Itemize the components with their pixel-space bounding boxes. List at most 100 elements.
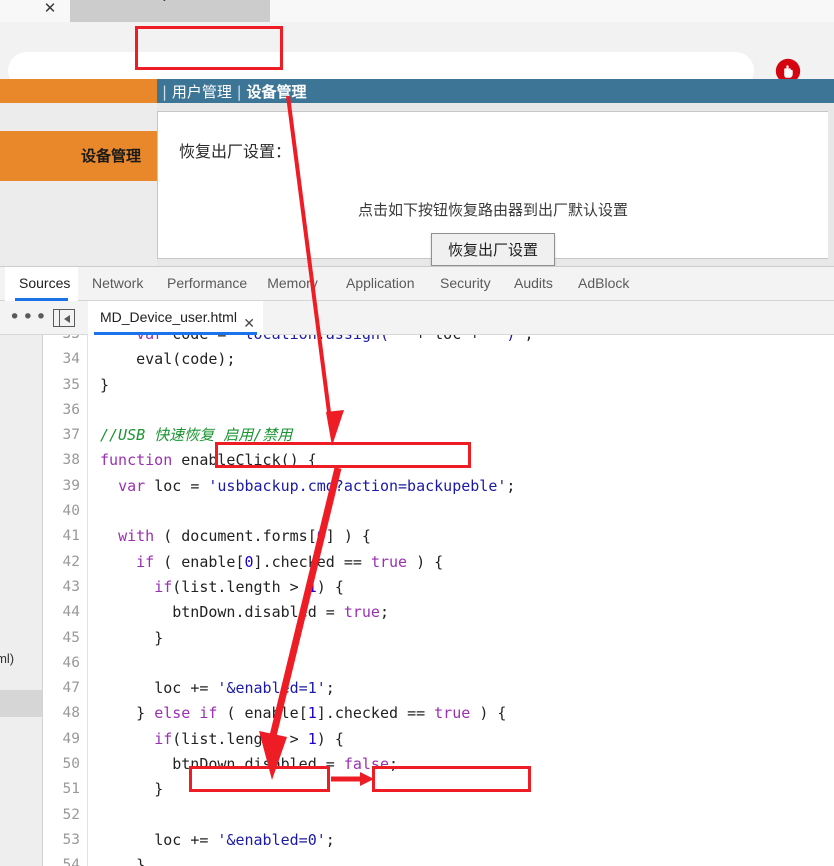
tab-label: AdBlock <box>578 275 630 291</box>
router-sidebar: 设备管理 <box>0 103 157 266</box>
code-line[interactable]: 33 var code = 'location.assign("' + loc … <box>43 335 834 348</box>
line-code: function enableClick() { <box>100 451 317 470</box>
line-code: if(list.length > 1) { <box>154 577 344 596</box>
code-line[interactable]: 36 <box>43 397 834 424</box>
router-nav-items: | 用户管理 | 设备管理 <box>162 81 307 102</box>
devtools-tab-audits[interactable]: Audits <box>500 267 564 301</box>
devtools-tabbar: Sources Network Performance Memory Applicati… <box>0 267 834 301</box>
line-code: } <box>154 780 164 799</box>
code-line[interactable]: 40 <box>43 499 834 525</box>
code-line[interactable]: 46 <box>43 650 834 677</box>
code-line[interactable]: 41 with ( document.forms[0] ) { <box>43 524 834 550</box>
code-line[interactable]: 45 } <box>43 625 834 651</box>
code-editor-lines: 33 var code = 'location.assign("' + loc … <box>43 335 834 866</box>
line-number: 51 <box>43 777 88 803</box>
code-line[interactable]: 44 btnDown.disabled = true; <box>43 600 834 626</box>
tab-label: Sources <box>19 275 71 291</box>
line-code: } <box>136 856 146 866</box>
line-code: btnDown.disabled = true; <box>172 603 389 622</box>
line-number: 40 <box>43 499 88 525</box>
code-line[interactable]: 37 //USB 快速恢复 启用/禁用 <box>43 423 834 449</box>
router-content-panel: 恢复出厂设置： 点击如下按钮恢复路由器到出厂默认设置 恢复出厂设置 <box>157 111 828 266</box>
line-code: var code = 'location.assign("' + loc + '… <box>100 335 533 347</box>
devtools-tab-application[interactable]: Application <box>332 267 426 301</box>
code-line[interactable]: 50 btnDown.disabled = false; <box>43 752 834 778</box>
devtools-navigator-strip[interactable]: r.html) <box>0 335 43 866</box>
line-code: } <box>154 628 164 647</box>
tab-label: Performance <box>167 275 248 291</box>
code-editor[interactable]: 33 var code = 'location.assign("' + loc … <box>43 335 834 866</box>
more-options-icon[interactable]: ••• <box>9 306 47 330</box>
devtools-tab-adblock[interactable]: AdBlock <box>564 267 641 301</box>
line-code: //USB 快速恢复 启用/禁用 <box>100 426 293 445</box>
page-title: 恢复出厂设置： <box>179 142 292 161</box>
line-code: loc += '&enabled=0'; <box>154 830 335 849</box>
tab-label: Memory <box>267 275 318 291</box>
nav-item-device-management[interactable]: 设备管理 <box>246 83 306 101</box>
tab-label: Network <box>92 275 144 291</box>
new-tab-button[interactable]: + <box>70 0 270 22</box>
nav-separator-1: | <box>162 83 168 101</box>
devtools-tab-network[interactable]: Network <box>78 267 153 301</box>
devtools-tab-sources[interactable]: Sources <box>5 267 78 301</box>
tab-label: Audits <box>514 275 553 291</box>
omnibox-row: i 不安全 192.168.1.1:8080/login.cgi <box>0 22 834 114</box>
sidebar-item-device-management[interactable]: 设备管理 <box>0 131 157 181</box>
nav-item-user-management[interactable]: 用户管理 <box>172 83 232 101</box>
code-line[interactable]: 52 <box>43 802 834 828</box>
line-number: 47 <box>43 676 88 702</box>
line-number: 43 <box>43 574 88 601</box>
line-number: 48 <box>43 701 88 727</box>
plus-icon: + <box>156 0 173 4</box>
devtools-tab-performance[interactable]: Performance <box>153 267 253 301</box>
line-number: 44 <box>43 600 88 626</box>
code-line[interactable]: 53 loc += '&enabled=0'; <box>43 827 834 854</box>
navigator-selected-row[interactable] <box>0 690 42 717</box>
line-code: } <box>100 375 110 394</box>
line-number: 35 <box>43 372 88 398</box>
line-number: 37 <box>43 423 88 449</box>
line-code: with ( document.forms[0] ) { <box>118 527 371 546</box>
line-code: } else if ( enable[1].checked == true ) … <box>136 704 507 723</box>
factory-reset-button[interactable]: 恢复出厂设置 <box>430 233 556 266</box>
sidebar-item-label: 设备管理 <box>80 147 141 165</box>
line-number: 34 <box>43 347 88 373</box>
line-code: if(list.length > 1) { <box>154 729 344 748</box>
line-number: 53 <box>43 827 88 854</box>
code-line[interactable]: 34 eval(code); <box>43 347 834 373</box>
code-line[interactable]: 38 function enableClick() { <box>43 448 834 474</box>
line-number: 50 <box>43 752 88 778</box>
browser-tabstrip: ✕ + <box>0 0 834 22</box>
code-line[interactable]: 35} <box>43 372 834 398</box>
code-line[interactable]: 49 if(list.length > 1) { <box>43 726 834 753</box>
code-line[interactable]: 47 loc += '&enabled=1'; <box>43 676 834 702</box>
line-number: 41 <box>43 524 88 550</box>
reset-description: 点击如下按钮恢复路由器到出厂默认设置 <box>357 201 628 219</box>
file-tab-label: MD_Device_user.html <box>100 309 237 325</box>
devtools-panel: Sources Network Performance Memory Applicati… <box>0 266 834 866</box>
line-number: 49 <box>43 726 88 753</box>
code-line[interactable]: 39 var loc = 'usbbackup.cmd?action=backu… <box>43 473 834 500</box>
line-number: 38 <box>43 448 88 474</box>
tab-label: Application <box>346 275 415 291</box>
router-web-page: | 用户管理 | 设备管理 设备管理 恢复出厂设置： 点击如下按钮恢复路由器到出… <box>0 79 834 266</box>
router-top-nav: | 用户管理 | 设备管理 <box>0 79 834 103</box>
tab-close-icon[interactable]: ✕ <box>41 0 59 18</box>
editor-file-tab[interactable]: MD_Device_user.html ✕ <box>88 301 263 335</box>
devtools-tab-security[interactable]: Security <box>426 267 500 301</box>
line-number: 36 <box>43 397 88 424</box>
tab-label: Security <box>440 275 491 291</box>
code-line[interactable]: 48 } else if ( enable[1].checked == true… <box>43 701 834 727</box>
line-number: 42 <box>43 549 88 575</box>
devtools-tab-memory[interactable]: Memory <box>253 267 332 301</box>
browser-chrome: ✕ + i 不安全 192.168.1.1:8080/login.cgi <box>0 0 834 114</box>
code-line[interactable]: 51 } <box>43 777 834 803</box>
show-navigator-panel-icon[interactable] <box>53 309 75 327</box>
line-number: 54 <box>43 853 88 866</box>
line-code: btnDown.disabled = false; <box>172 755 399 774</box>
code-line[interactable]: 54 } <box>43 853 834 866</box>
code-line[interactable]: 42 if ( enable[0].checked == true ) { <box>43 549 834 575</box>
router-logo-block <box>0 79 157 103</box>
line-number: 46 <box>43 650 88 677</box>
code-line[interactable]: 43 if(list.length > 1) { <box>43 574 834 601</box>
